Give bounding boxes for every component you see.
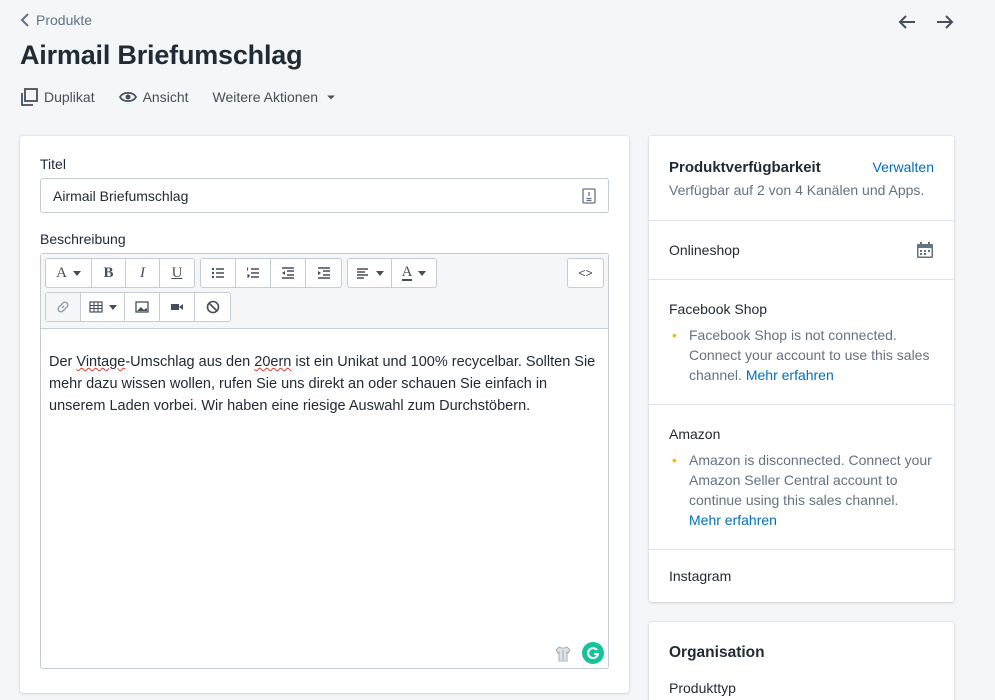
spellcheck-word: 20ern	[254, 354, 292, 370]
font-glyph: A	[56, 264, 67, 281]
page-title: Airmail Briefumschlag	[20, 40, 303, 70]
description-content[interactable]: Der Vintage-Umschlag aus den 20ern ist e…	[41, 329, 608, 417]
image-icon	[135, 301, 149, 313]
page-actions: Duplikat Ansicht Weitere Aktionen	[20, 88, 338, 106]
link-button[interactable]	[46, 293, 81, 321]
description-label: Beschreibung	[40, 231, 126, 247]
text-format-group: A B I U	[45, 258, 195, 288]
list-group	[200, 258, 342, 288]
facebook-status: • Facebook Shop is not connected. Connec…	[669, 325, 934, 385]
product-type-label: Produkttyp	[669, 680, 736, 696]
warning-dot-icon: •	[672, 327, 677, 343]
description-text: -Umschlag aus den	[125, 354, 255, 370]
channel-facebook: Facebook Shop • Facebook Shop is not con…	[649, 280, 954, 405]
numbered-list-button[interactable]	[236, 259, 271, 287]
link-icon	[57, 301, 69, 313]
description-text: Der	[49, 354, 77, 370]
channel-online-store: Onlineshop	[649, 221, 954, 280]
warning-dot-icon: •	[672, 452, 677, 468]
availability-card: Produktverfügbarkeit Verwalten Verfügbar…	[649, 136, 954, 602]
shirt-icon[interactable]	[554, 645, 572, 663]
text-color-glyph: A	[401, 264, 413, 281]
code-group: <>	[567, 258, 604, 288]
previous-arrow-icon[interactable]	[897, 12, 917, 32]
channel-amazon: Amazon • Amazon is disconnected. Connect…	[649, 405, 954, 550]
availability-summary: Verfügbar auf 2 von 4 Kanälen und Apps.	[669, 182, 925, 198]
underline-button[interactable]: U	[160, 259, 194, 287]
availability-title: Produktverfügbarkeit	[669, 159, 821, 176]
caret-down-icon	[327, 95, 335, 100]
font-dropdown[interactable]: A	[46, 259, 92, 287]
organization-title: Organisation	[669, 644, 765, 661]
facebook-learn-more-link[interactable]: Mehr erfahren	[746, 367, 834, 383]
document-icon	[582, 188, 596, 204]
outdent-button[interactable]	[271, 259, 306, 287]
breadcrumb[interactable]: Produkte	[20, 12, 92, 28]
bullet-list-button[interactable]	[201, 259, 236, 287]
title-input-value: Airmail Briefumschlag	[53, 187, 189, 204]
indent-icon	[317, 267, 330, 279]
align-dropdown[interactable]	[348, 259, 392, 287]
view-label: Ansicht	[142, 89, 189, 105]
numbered-list-icon	[247, 267, 259, 278]
more-actions-label: Weitere Aktionen	[212, 89, 319, 105]
product-details-card: Titel Airmail Briefumschlag Beschreibung…	[20, 136, 629, 693]
grammarly-g-icon	[587, 647, 600, 660]
calendar-icon[interactable]	[916, 241, 934, 259]
instagram-label: Instagram	[669, 568, 732, 584]
video-button[interactable]	[160, 293, 195, 321]
indent-button[interactable]	[306, 259, 341, 287]
manage-link[interactable]: Verwalten	[873, 159, 934, 175]
next-arrow-icon[interactable]	[935, 12, 955, 32]
align-left-icon	[356, 268, 368, 279]
view-button[interactable]: Ansicht	[118, 88, 189, 106]
html-code-button[interactable]: <>	[568, 259, 603, 287]
more-actions-button[interactable]: Weitere Aktionen	[213, 88, 339, 106]
block-icon	[206, 300, 219, 314]
table-icon	[88, 301, 103, 313]
title-label: Titel	[40, 156, 66, 172]
bullet-list-icon	[211, 267, 224, 279]
amazon-learn-more-link[interactable]: Mehr erfahren	[689, 512, 777, 528]
amazon-status-text: Amazon is disconnected. Connect your Ama…	[689, 450, 934, 530]
description-editor: A B I U A <> Der Vintage-Umschlag aus de…	[40, 253, 609, 669]
eye-icon	[118, 91, 137, 103]
amazon-label: Amazon	[669, 426, 721, 442]
pager	[897, 12, 955, 32]
clear-format-button[interactable]	[195, 293, 230, 321]
title-input[interactable]: Airmail Briefumschlag	[40, 178, 609, 213]
chevron-left-icon	[20, 13, 29, 27]
table-dropdown[interactable]	[81, 293, 125, 321]
organization-card: Organisation Produkttyp	[649, 622, 954, 700]
align-color-group: A	[347, 258, 437, 288]
italic-button[interactable]: I	[126, 259, 160, 287]
channel-instagram: Instagram	[649, 550, 954, 602]
editor-toolbar: A B I U A <>	[41, 254, 608, 329]
image-button[interactable]	[125, 293, 160, 321]
duplicate-button[interactable]: Duplikat	[20, 88, 95, 106]
duplicate-label: Duplikat	[44, 89, 95, 105]
grammarly-icon[interactable]	[582, 642, 604, 664]
insert-group	[45, 292, 231, 322]
online-store-label: Onlineshop	[669, 242, 740, 258]
video-camera-icon	[171, 304, 183, 310]
bold-button[interactable]: B	[92, 259, 126, 287]
amazon-status: • Amazon is disconnected. Connect your A…	[669, 450, 934, 530]
outdent-icon	[282, 267, 294, 279]
spellcheck-word: Vintage	[76, 354, 126, 370]
availability-header: Produktverfügbarkeit Verwalten Verfügbar…	[649, 136, 954, 221]
facebook-shop-label: Facebook Shop	[669, 301, 768, 317]
text-color-dropdown[interactable]: A	[392, 259, 436, 287]
facebook-status-text: Facebook Shop is not connected. Connect …	[689, 325, 934, 385]
breadcrumb-label: Produkte	[36, 12, 93, 28]
amazon-message: Amazon is disconnected. Connect your Ama…	[689, 452, 932, 508]
duplicate-icon	[21, 88, 38, 106]
